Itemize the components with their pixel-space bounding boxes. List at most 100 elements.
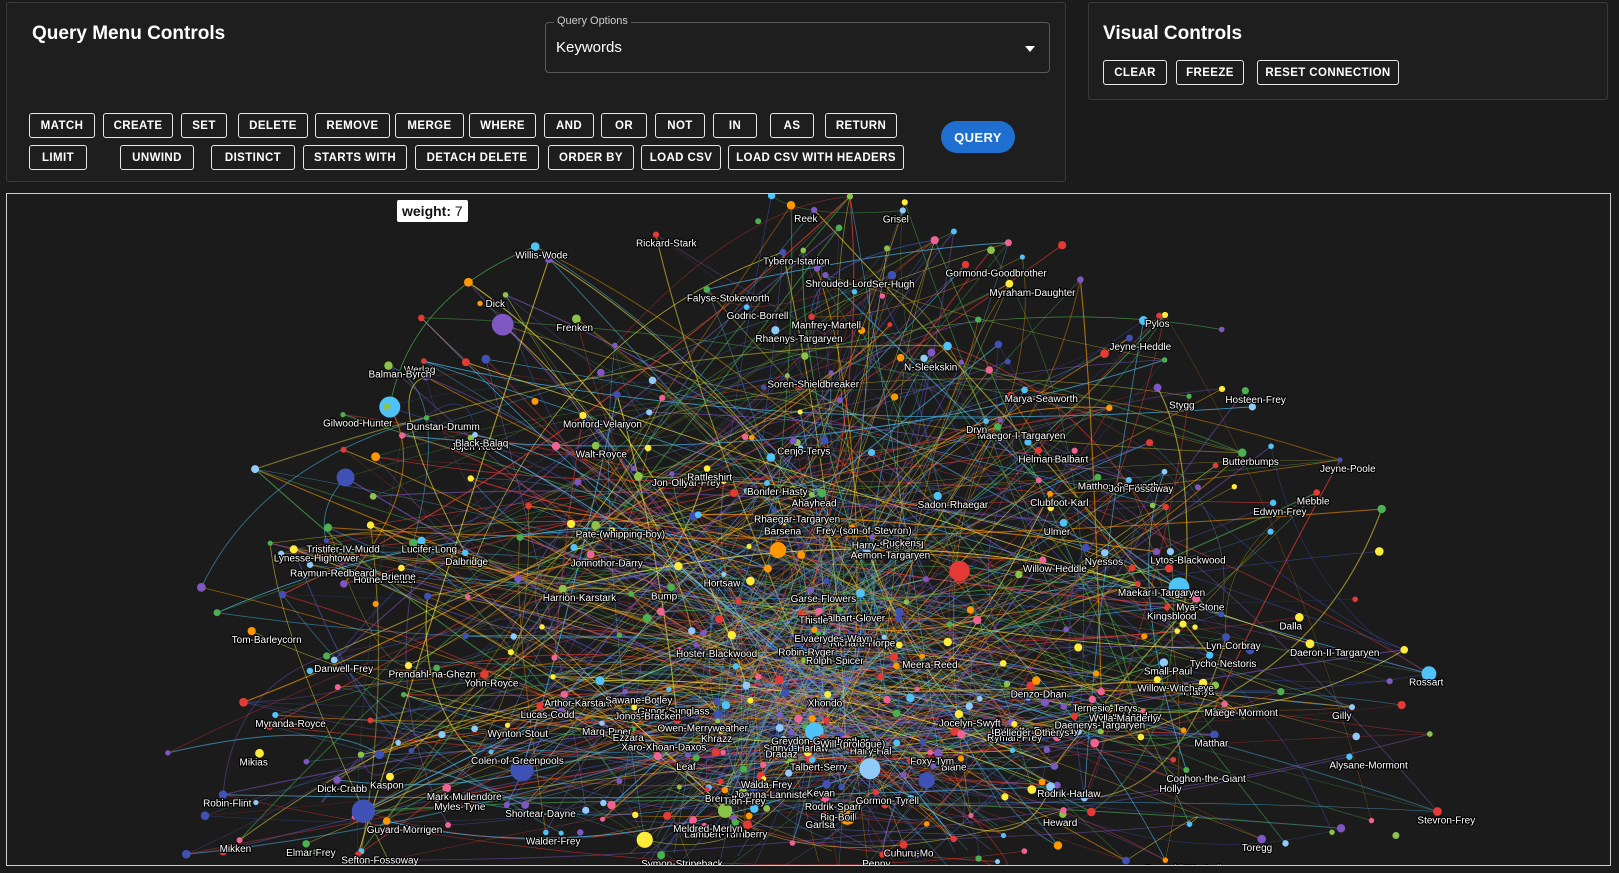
graph-node[interactable] (713, 710, 723, 720)
graph-node[interactable] (919, 738, 927, 746)
graph-node[interactable] (836, 397, 844, 404)
graph-node[interactable] (521, 801, 530, 809)
graph-node[interactable] (954, 710, 964, 719)
graph-node[interactable] (779, 248, 787, 256)
graph-node[interactable] (1101, 549, 1109, 557)
graph-node[interactable] (820, 436, 829, 445)
graph-node[interactable] (480, 670, 489, 679)
graph-node[interactable] (766, 452, 776, 462)
graph-node[interactable] (1077, 276, 1084, 283)
graph-node[interactable] (922, 576, 929, 583)
graph-node[interactable] (836, 606, 843, 613)
graph-node[interactable] (896, 353, 905, 362)
graph-node[interactable] (985, 366, 993, 374)
graph-node[interactable] (1039, 556, 1047, 564)
graph-node[interactable] (599, 720, 605, 727)
graph-edge[interactable] (167, 734, 380, 756)
graph-node[interactable] (1050, 762, 1059, 770)
graph-node[interactable] (1206, 651, 1214, 659)
graph-node[interactable] (877, 673, 884, 680)
graph-node[interactable] (801, 352, 809, 360)
graph-node[interactable] (302, 840, 310, 848)
graph-node[interactable] (340, 580, 348, 588)
graph-node[interactable] (200, 811, 210, 820)
graph-node[interactable] (1163, 604, 1170, 611)
graph-node[interactable] (366, 521, 375, 529)
graph-node[interactable] (395, 739, 401, 746)
graph-node[interactable] (746, 543, 752, 549)
graph-node[interactable] (1035, 477, 1042, 484)
graph-node[interactable] (330, 656, 338, 664)
graph-node[interactable] (272, 711, 279, 719)
graph-node[interactable] (656, 607, 665, 616)
graph-node[interactable] (1159, 658, 1169, 667)
graph-node[interactable] (943, 341, 952, 351)
graph-node[interactable] (289, 545, 298, 554)
graph-node[interactable] (1059, 518, 1068, 527)
graph-node[interactable] (369, 492, 377, 500)
graph-node[interactable] (570, 543, 578, 552)
graph-node[interactable] (539, 624, 545, 630)
graph-edge[interactable] (388, 365, 429, 544)
graph-node[interactable] (743, 304, 750, 311)
graph-node[interactable] (1210, 730, 1219, 739)
graph-node[interactable] (987, 246, 995, 255)
graph-node[interactable] (1368, 817, 1375, 824)
graph-node[interactable] (507, 649, 514, 656)
graph-node[interactable] (531, 397, 539, 405)
graph-node[interactable] (372, 600, 379, 608)
graph-node[interactable] (975, 855, 982, 862)
graph-node[interactable] (462, 632, 469, 640)
graph-node[interactable] (567, 519, 576, 529)
graph-node[interactable] (371, 452, 381, 462)
graph-node[interactable] (1053, 841, 1063, 850)
graph-canvas[interactable]: Matthar Barsena Symon-Stripeback Franya Arth… (6, 193, 1611, 866)
graph-node[interactable] (923, 821, 930, 827)
graph-node[interactable] (930, 236, 939, 245)
graph-node[interactable] (1021, 848, 1028, 855)
graph-node[interactable] (1097, 687, 1105, 696)
graph-node[interactable] (1267, 528, 1274, 535)
graph-node[interactable] (867, 448, 876, 457)
graph-node[interactable] (669, 471, 675, 477)
graph-node[interactable] (688, 627, 696, 635)
graph-node[interactable] (703, 286, 711, 293)
graph-node[interactable] (1034, 446, 1042, 455)
graph-node[interactable] (1004, 239, 1012, 247)
graph-node[interactable] (1043, 746, 1050, 754)
graph-node[interactable] (893, 662, 900, 670)
graph-node[interactable] (652, 231, 660, 238)
graph-node[interactable] (196, 582, 206, 592)
graph-node[interactable] (1161, 357, 1168, 363)
graph-node[interactable] (1134, 580, 1141, 587)
graph-node[interactable] (165, 750, 171, 756)
graph-node[interactable] (514, 575, 522, 583)
keyword-button-load-csv[interactable]: LOAD CSV (641, 145, 721, 170)
graph-node[interactable] (384, 361, 393, 370)
graph-node[interactable] (503, 801, 510, 809)
graph-node[interactable] (1162, 857, 1169, 863)
graph-node[interactable] (659, 394, 666, 402)
graph-node[interactable] (642, 613, 652, 623)
graph-node[interactable] (357, 751, 365, 758)
graph-node[interactable] (1386, 678, 1393, 685)
graph-node[interactable] (1009, 747, 1016, 754)
graph-node[interactable] (747, 697, 754, 704)
graph-node[interactable] (666, 686, 672, 692)
graph-node[interactable] (1087, 807, 1096, 817)
graph-node[interactable] (781, 688, 790, 697)
graph-node[interactable] (613, 390, 621, 399)
graph-node[interactable] (1019, 254, 1025, 260)
graph-node[interactable] (1106, 404, 1113, 412)
graph-node[interactable] (883, 695, 891, 704)
graph-node[interactable] (788, 729, 795, 736)
graph-node[interactable] (1238, 448, 1247, 457)
query-button[interactable]: QUERY (941, 121, 1015, 153)
graph-node[interactable] (1058, 241, 1067, 250)
graph-node[interactable] (1212, 462, 1219, 469)
graph-node[interactable] (993, 423, 1002, 431)
graph-node[interactable] (1126, 334, 1133, 342)
graph-node[interactable] (1222, 633, 1231, 642)
graph-node[interactable] (558, 830, 564, 836)
graph-node[interactable] (438, 730, 446, 739)
